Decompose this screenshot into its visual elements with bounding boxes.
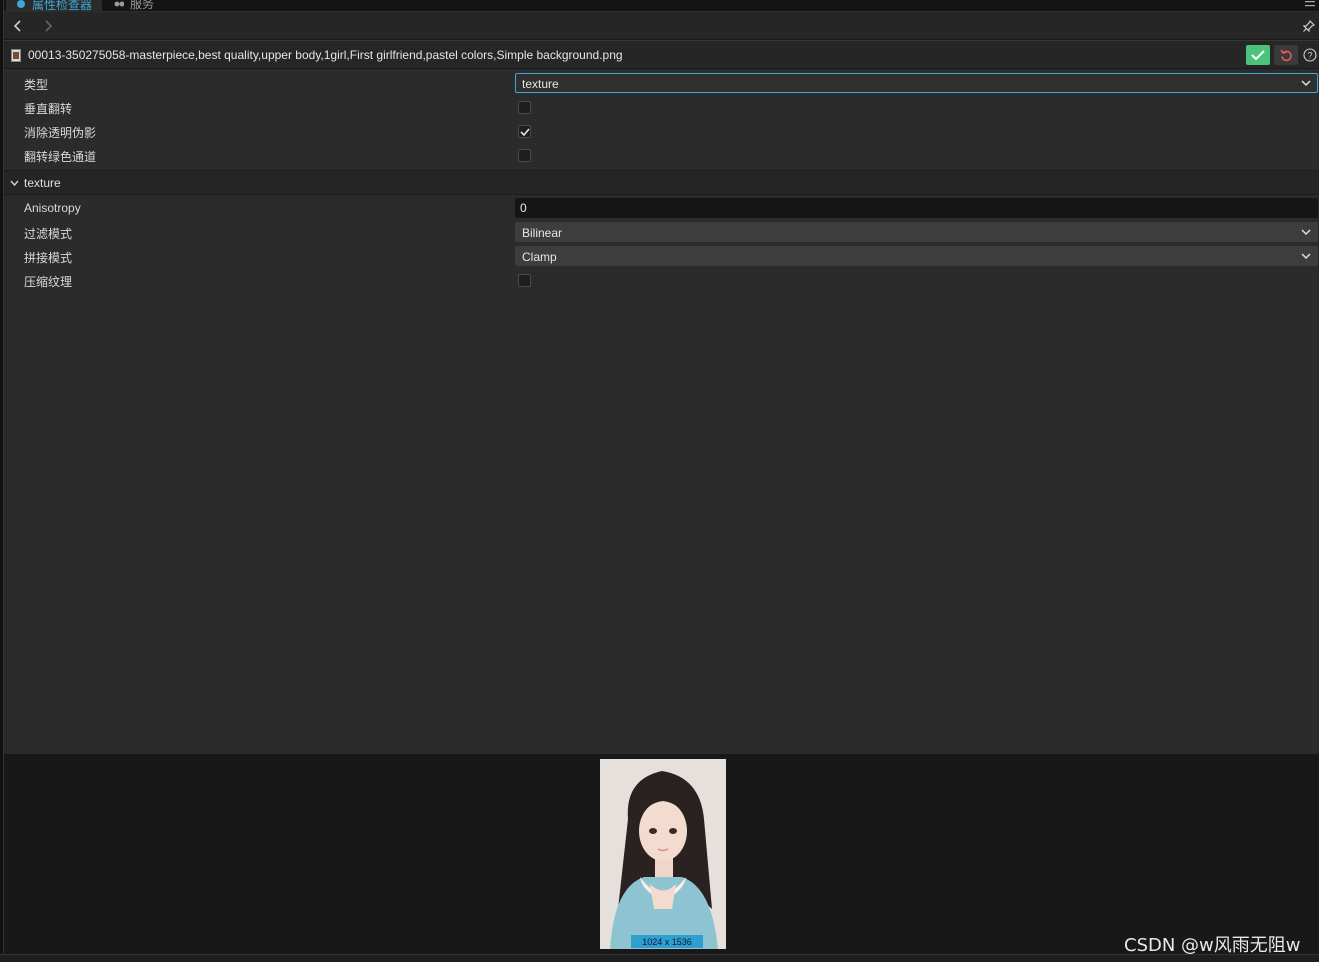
chevron-down-icon (10, 180, 19, 187)
asset-file-name: 00013-350275058-masterpiece,best quality… (28, 48, 623, 62)
anisotropy-input[interactable]: 0 (515, 198, 1318, 218)
pin-icon (1303, 20, 1315, 32)
undo-icon (1279, 49, 1292, 61)
image-file-icon (11, 49, 21, 62)
bottom-status-strip (0, 954, 1319, 962)
wrap-mode-select[interactable]: Clamp (515, 246, 1318, 266)
tab-bar: 属性检查器 服务 (4, 0, 1319, 12)
portrait-illustration (600, 759, 726, 949)
help-icon[interactable]: ? (1303, 48, 1317, 62)
tab-services[interactable]: 服务 (104, 0, 168, 11)
asset-header: 00013-350275058-masterpiece,best quality… (4, 40, 1319, 69)
navigation-bar (4, 12, 1319, 40)
image-dimensions-badge: 1024 x 1536 (631, 935, 703, 948)
prop-row-flip-green: 翻转绿色通道 (4, 143, 1319, 167)
type-label: 类型 (24, 78, 49, 92)
svg-text:?: ? (1307, 51, 1312, 61)
prop-row-flip-vertical: 垂直翻转 (4, 95, 1319, 119)
prop-row-filter-mode: 过滤模式 Bilinear (4, 220, 1319, 244)
chevron-down-icon (1301, 229, 1311, 236)
inspector-icon (17, 0, 25, 8)
filter-mode-select[interactable]: Bilinear (515, 222, 1318, 242)
tab-inspector-label: 属性检查器 (32, 0, 93, 12)
prop-row-type: 类型 texture (4, 71, 1319, 95)
check-icon (1251, 49, 1265, 60)
filter-mode-value: Bilinear (522, 226, 563, 240)
type-select-value: texture (522, 77, 559, 91)
prop-row-remove-transparency: 消除透明伪影 (4, 119, 1319, 143)
tab-inspector[interactable]: 属性检查器 (6, 0, 102, 12)
back-button[interactable] (10, 18, 26, 34)
compress-label: 压缩纹理 (24, 275, 73, 289)
chevron-down-icon (1301, 253, 1311, 260)
revert-button[interactable] (1274, 45, 1298, 65)
forward-button[interactable] (40, 18, 56, 34)
pin-button[interactable] (1301, 18, 1317, 34)
chevron-down-icon (1301, 80, 1311, 87)
texture-section-title: texture (24, 176, 61, 190)
panel-menu-icon[interactable] (1305, 0, 1315, 8)
preview-image (600, 759, 726, 949)
apply-button[interactable] (1246, 45, 1270, 65)
compress-checkbox[interactable] (518, 274, 531, 287)
texture-section-header[interactable]: texture (4, 170, 1319, 195)
flip-green-label: 翻转绿色通道 (24, 150, 97, 164)
type-select[interactable]: texture (515, 73, 1318, 93)
chevron-right-icon (45, 20, 52, 32)
tab-services-label: 服务 (130, 0, 155, 11)
remove-transparency-checkbox[interactable] (518, 125, 531, 138)
services-icon (114, 1, 124, 7)
flip-vertical-checkbox[interactable] (518, 101, 531, 114)
anisotropy-value: 0 (520, 201, 527, 215)
wrap-mode-label: 拼接模式 (24, 251, 73, 265)
inspector-panel: 类型 texture 垂直翻转 消除透明伪影 翻转绿色通道 texture An… (4, 69, 1319, 754)
prop-row-compress: 压缩纹理 (4, 268, 1319, 292)
anisotropy-label: Anisotropy (24, 201, 81, 215)
remove-transparency-label: 消除透明伪影 (24, 126, 97, 140)
wrap-mode-value: Clamp (522, 250, 557, 264)
texture-preview: 1024 x 1536 (4, 754, 1319, 954)
flip-vertical-label: 垂直翻转 (24, 102, 73, 116)
filter-mode-label: 过滤模式 (24, 227, 73, 241)
prop-row-wrap-mode: 拼接模式 Clamp (4, 244, 1319, 268)
flip-green-checkbox[interactable] (518, 149, 531, 162)
chevron-left-icon (14, 20, 21, 32)
prop-row-anisotropy: Anisotropy 0 (4, 196, 1319, 220)
checkmark-icon (520, 128, 530, 137)
